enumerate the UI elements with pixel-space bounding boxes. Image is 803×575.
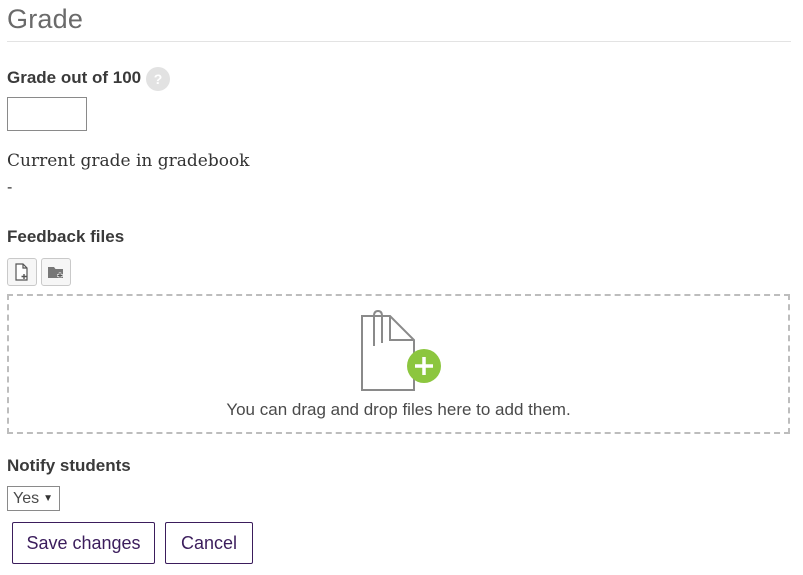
feedback-files-label: Feedback files [7, 227, 125, 246]
notify-students-label: Notify students [7, 456, 131, 475]
help-icon[interactable]: ? [146, 67, 170, 91]
file-upload-icon [361, 310, 441, 391]
caret-down-icon: ▼ [43, 493, 53, 504]
section-divider [7, 41, 791, 42]
section-title: Grade [7, 4, 84, 34]
add-file-button[interactable] [7, 258, 37, 286]
save-changes-button[interactable]: Save changes [12, 522, 155, 564]
grade-label: Grade out of 100 [7, 68, 142, 87]
grade-input[interactable] [7, 97, 87, 131]
notify-students-select[interactable]: Yes ▼ [7, 486, 60, 511]
cancel-button[interactable]: Cancel [165, 522, 253, 564]
notify-students-value: Yes [13, 489, 40, 507]
file-dropzone[interactable]: You can drag and drop files here to add … [7, 294, 790, 434]
current-grade-value: - [7, 179, 13, 196]
create-folder-button[interactable] [41, 258, 71, 286]
add-file-icon [15, 263, 28, 281]
question-mark-icon: ? [153, 71, 163, 87]
create-folder-icon [48, 267, 63, 279]
dropzone-text: You can drag and drop files here to add … [226, 400, 571, 419]
current-grade-label: Current grade in gradebook [7, 151, 250, 171]
